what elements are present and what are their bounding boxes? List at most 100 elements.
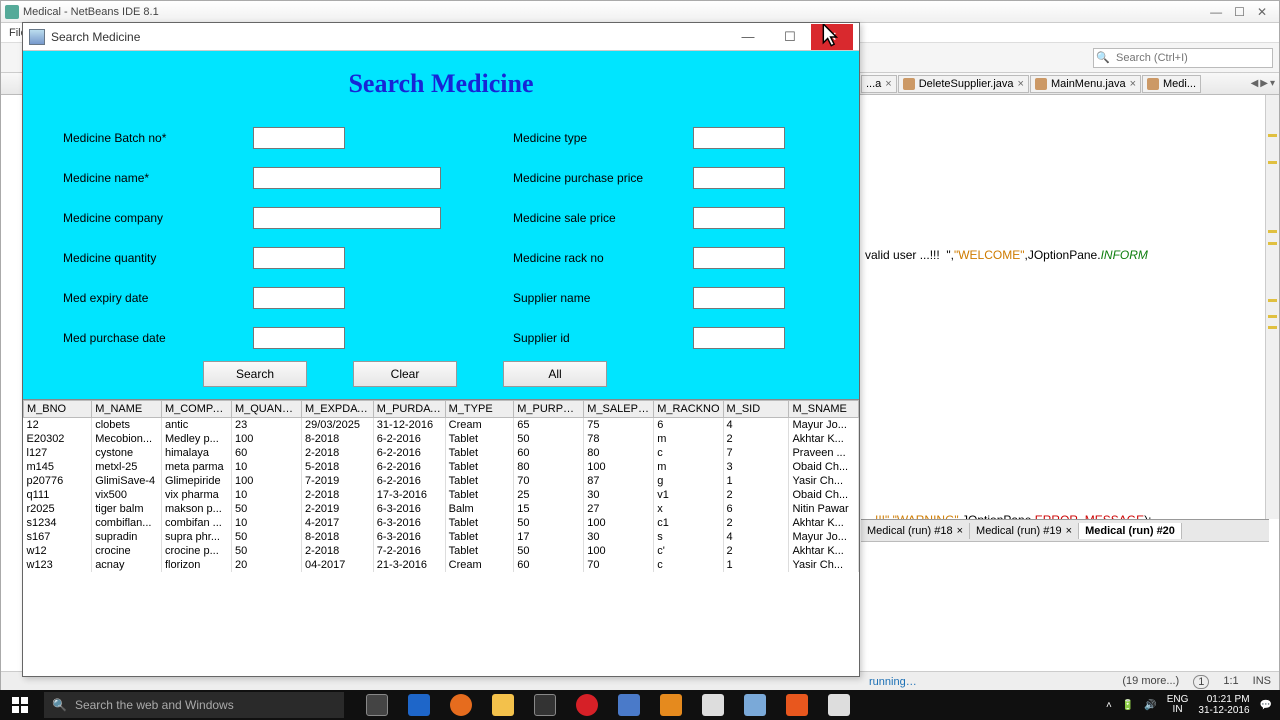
table-row[interactable]: l127cystonehimalaya602-20186-2-2016Table… — [24, 446, 859, 460]
input-type[interactable] — [693, 127, 785, 149]
column-header[interactable]: M_SALEPR... — [584, 401, 654, 418]
app-icon[interactable] — [736, 691, 774, 719]
column-header[interactable]: M_SID — [723, 401, 789, 418]
output-tab[interactable]: Medical (run) #20 — [1079, 523, 1182, 539]
editor-tab[interactable]: ...a× — [861, 75, 897, 93]
status-more[interactable]: (19 more...) — [1122, 675, 1179, 689]
ide-search-input[interactable] — [1112, 52, 1272, 64]
column-header[interactable]: M_PURPRI... — [514, 401, 584, 418]
input-sale-price[interactable] — [693, 207, 785, 229]
column-header[interactable]: M_NAME — [92, 401, 162, 418]
input-batch[interactable] — [253, 127, 345, 149]
tray-chevron-icon[interactable]: ˄ — [1106, 700, 1112, 711]
results-table-wrap[interactable]: M_BNOM_NAMEM_COMPA...M_QUANTI...M_EXPDAT… — [23, 399, 859, 676]
table-cell: 60 — [231, 446, 301, 460]
task-view-icon[interactable] — [358, 691, 396, 719]
child-close-button[interactable]: ✕ — [811, 24, 853, 50]
app-icon[interactable] — [610, 691, 648, 719]
input-purchase-price[interactable] — [693, 167, 785, 189]
code-editor[interactable]: valid user ...!!! ","WELCOME",JOptionPan… — [861, 95, 1269, 519]
table-cell: 70 — [584, 558, 654, 572]
app-icon[interactable] — [778, 691, 816, 719]
output-tab[interactable]: Medical (run) #19× — [970, 523, 1079, 539]
ide-close-button[interactable]: ✕ — [1257, 5, 1267, 19]
table-cell: c' — [654, 544, 723, 558]
tab-list-icon[interactable]: ▾ — [1270, 78, 1275, 89]
edge-icon[interactable] — [400, 691, 438, 719]
editor-tab[interactable]: DeleteSupplier.java× — [898, 75, 1029, 93]
child-maximize-button[interactable]: ☐ — [769, 24, 811, 50]
tray-notifications-icon[interactable]: 💬 — [1260, 700, 1272, 711]
tab-close-icon[interactable]: × — [1018, 78, 1024, 90]
search-button[interactable]: Search — [203, 361, 307, 387]
table-cell: 21-3-2016 — [373, 558, 445, 572]
tab-prev-icon[interactable]: ◀ — [1251, 78, 1259, 89]
explorer-icon[interactable] — [484, 691, 522, 719]
editor-tab[interactable]: MainMenu.java× — [1030, 75, 1141, 93]
app-icon[interactable] — [694, 691, 732, 719]
firefox-icon[interactable] — [442, 691, 480, 719]
table-cell: 8-2018 — [301, 432, 373, 446]
input-name[interactable] — [253, 167, 441, 189]
ide-search-box[interactable]: 🔍 — [1093, 48, 1273, 68]
table-row[interactable]: s1234combiflan...combifan ...104-20176-3… — [24, 516, 859, 530]
tab-close-icon[interactable]: × — [1066, 525, 1072, 537]
column-header[interactable]: M_EXPDATE — [301, 401, 373, 418]
ide-minimize-button[interactable]: — — [1210, 5, 1222, 19]
table-cell: meta parma — [161, 460, 231, 474]
table-row[interactable]: p20776GlimiSave-4Glimepiride1007-20196-2… — [24, 474, 859, 488]
column-header[interactable]: M_PURDATE — [373, 401, 445, 418]
input-rack[interactable] — [693, 247, 785, 269]
table-cell: metxl-25 — [92, 460, 162, 474]
table-cell: Tablet — [445, 446, 514, 460]
clear-button[interactable]: Clear — [353, 361, 457, 387]
all-button[interactable]: All — [503, 361, 607, 387]
editor-tab[interactable]: Medi... — [1142, 75, 1201, 93]
tab-close-icon[interactable]: × — [957, 525, 963, 537]
status-badge[interactable]: 1 — [1193, 675, 1209, 689]
column-header[interactable]: M_SNAME — [789, 401, 859, 418]
tab-next-icon[interactable]: ▶ — [1260, 78, 1268, 89]
column-header[interactable]: M_BNO — [24, 401, 92, 418]
table-cell: Obaid Ch... — [789, 488, 859, 502]
table-row[interactable]: 12clobetsantic2329/03/202531-12-2016Crea… — [24, 418, 859, 433]
table-row[interactable]: m145metxl-25meta parma105-20186-2-2016Ta… — [24, 460, 859, 474]
tab-close-icon[interactable]: × — [885, 78, 891, 90]
child-titlebar[interactable]: Search Medicine — ☐ ✕ — [23, 23, 859, 51]
app-icon[interactable] — [820, 691, 858, 719]
app-icon[interactable] — [652, 691, 690, 719]
tab-close-icon[interactable]: × — [1130, 78, 1136, 90]
taskbar-search[interactable]: 🔍 Search the web and Windows — [44, 692, 344, 718]
output-tab[interactable]: Medical (run) #18× — [861, 523, 970, 539]
input-supplier-name[interactable] — [693, 287, 785, 309]
table-row[interactable]: w123acnayflorizon2004-201721-3-2016Cream… — [24, 558, 859, 572]
tray-clock[interactable]: 01:21 PM 31-12-2016 — [1198, 694, 1249, 716]
tray-battery-icon[interactable]: 🔋 — [1122, 700, 1134, 711]
table-row[interactable]: q111vix500vix pharma102-201817-3-2016Tab… — [24, 488, 859, 502]
table-row[interactable]: r2025tiger balmmakson p...502-20196-3-20… — [24, 502, 859, 516]
tray-lang[interactable]: ENG IN — [1167, 695, 1189, 715]
table-row[interactable]: w12crocinecrocine p...502-20187-2-2016Ta… — [24, 544, 859, 558]
input-company[interactable] — [253, 207, 441, 229]
start-button[interactable] — [0, 690, 40, 720]
column-header[interactable]: M_RACKNO — [654, 401, 723, 418]
table-row[interactable]: E20302Mecobion...Medley p...1008-20186-2… — [24, 432, 859, 446]
column-header[interactable]: M_QUANTI... — [231, 401, 301, 418]
table-row[interactable]: s167supradinsupra phr...508-20186-3-2016… — [24, 530, 859, 544]
table-cell: crocine — [92, 544, 162, 558]
output-body[interactable] — [861, 542, 1269, 669]
editor-scrollbar[interactable] — [1265, 95, 1279, 519]
table-cell: s1234 — [24, 516, 92, 530]
input-expiry[interactable] — [253, 287, 345, 309]
input-purchase-date[interactable] — [253, 327, 345, 349]
opera-icon[interactable] — [568, 691, 606, 719]
table-cell: 60 — [514, 446, 584, 460]
input-supplier-id[interactable] — [693, 327, 785, 349]
store-icon[interactable] — [526, 691, 564, 719]
child-minimize-button[interactable]: — — [727, 24, 769, 50]
column-header[interactable]: M_TYPE — [445, 401, 514, 418]
input-quantity[interactable] — [253, 247, 345, 269]
tray-volume-icon[interactable]: 🔊 — [1144, 700, 1156, 711]
column-header[interactable]: M_COMPA... — [161, 401, 231, 418]
ide-maximize-button[interactable]: ☐ — [1234, 5, 1245, 19]
